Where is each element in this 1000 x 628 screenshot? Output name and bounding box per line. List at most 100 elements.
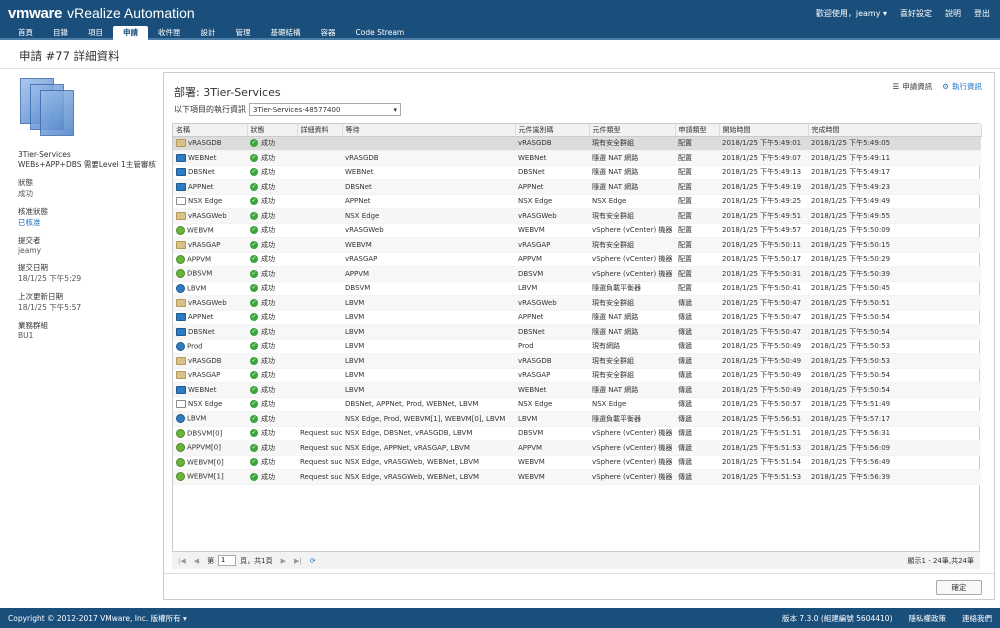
nav-tab-4[interactable]: 收件匣 (148, 26, 191, 40)
column-header[interactable]: 等待 (342, 124, 516, 137)
cell-text: vRASGDB (518, 139, 552, 148)
table-row[interactable]: WEBNet ✓ 成功 vRASGDB WEBNet 隨選 NAT 網路 配置 2018/1/… (173, 150, 981, 166)
table-row[interactable]: vRASGWeb ✓ 成功 LBVM vRASGWeb 現有安全群組 傳遞 2018/1/25… (173, 295, 981, 311)
privacy-link[interactable]: 隱私權政策 (909, 613, 947, 624)
cell-text: LBVM (345, 327, 365, 336)
app-window: vmware vRealize Automation 歡迎使用，jeamy ▾ … (0, 0, 1000, 628)
cell-rtype: 傳遞 (675, 324, 719, 340)
cell-text: APPNet (345, 197, 371, 206)
table-row[interactable]: vRASGDB ✓ 成功 LBVM vRASGDB 現有安全群組 傳遞 2018/1/25 下… (173, 353, 981, 369)
cell-text: 2018/1/25 下午5:50:49 (722, 342, 802, 351)
cell-ctype: 現有安全群組 (589, 353, 675, 369)
execution-select[interactable]: 3Tier-Services-48577400 ▾ (249, 103, 401, 116)
cell-ctype: 隨選 NAT 網路 (589, 179, 675, 195)
cell-start: 2018/1/25 下午5:50:49 (719, 382, 808, 398)
next-page-icon[interactable]: ▶ (281, 557, 286, 565)
cell-text: vRASGAP (188, 371, 221, 380)
logout-link[interactable]: 登出 (974, 8, 990, 19)
table-row[interactable]: LBVM ✓ 成功 NSX Edge, Prod, WEBVM[1], WEBVM[0… (173, 411, 981, 427)
table-row[interactable]: DBSVM[0] ✓ 成功 Request suc NSX Edge, DBSNet, … (173, 426, 981, 441)
nav-tab-5[interactable]: 設計 (191, 26, 226, 40)
cell-details (297, 237, 342, 253)
table-row[interactable]: APPNet ✓ 成功 LBVM APPNet 隨選 NAT 網路 傳遞 2018/1/25 … (173, 310, 981, 325)
table-row[interactable]: DBSNet ✓ 成功 LBVM DBSNet 隨選 NAT 網路 傳遞 2018/1/25 … (173, 324, 981, 340)
first-page-icon[interactable]: |◀ (178, 557, 186, 565)
cell-status: ✓ 成功 (247, 339, 297, 354)
nav-tab-0[interactable]: 首頁 (8, 26, 43, 40)
network-icon (176, 385, 186, 394)
ok-button[interactable]: 確定 (936, 580, 982, 595)
cell-text: 2018/1/25 下午5:56:39 (811, 472, 891, 481)
cell-text: 2018/1/25 下午5:50:54 (811, 327, 891, 336)
cell-text: LBVM (345, 313, 365, 322)
request-info-link[interactable]: ☰ 申請資訊 (893, 81, 933, 92)
approval-value-link[interactable]: 已核准 (18, 217, 160, 228)
cell-text: 成功 (261, 313, 275, 322)
cell-text: 2018/1/25 下午5:50:29 (811, 255, 891, 264)
table-row[interactable]: vRASGAP ✓ 成功 LBVM vRASGAP 現有安全群組 傳遞 2018/1/25 下… (173, 368, 981, 383)
help-link[interactable]: 說明 (945, 8, 961, 19)
load-balancer-icon (176, 341, 185, 351)
table-row[interactable]: APPVM ✓ 成功 vRASGAP APPVM vSphere (vCenter) 機器… (173, 252, 981, 267)
prev-page-icon[interactable]: ◀ (194, 557, 199, 565)
table-row[interactable]: APPNet ✓ 成功 DBSNet APPNet 隨選 NAT 網路 配置 2018/1/2… (173, 179, 981, 195)
column-header[interactable]: 詳細資料 (297, 124, 343, 137)
table-row[interactable]: WEBVM[0] ✓ 成功 Request suc NSX Edge, vRASGWeb… (173, 455, 981, 470)
nav-tab-9[interactable]: Code Stream (346, 26, 415, 40)
last-page-icon[interactable]: ▶| (294, 557, 302, 565)
table-row[interactable]: Prod ✓ 成功 LBVM Prod 現有網路 傳遞 2018/1/25 下午5:50:49… (173, 339, 981, 354)
cell-rtype: 配置 (675, 281, 719, 296)
exec-info-link[interactable]: ⚙ 執行資訊 (942, 81, 982, 92)
column-header[interactable]: 完成時間 (808, 124, 982, 137)
cell-text: 隨選 NAT 網路 (592, 313, 639, 322)
cell-text: NSX Edge, vRASGWeb, WEBNet, LBVM (345, 458, 480, 467)
nav-tab-1[interactable]: 目錄 (43, 26, 78, 40)
cell-text: 2018/1/25 下午5:50:53 (811, 342, 891, 351)
page-title: 申請 #77 詳細資料 (19, 49, 120, 63)
table-row[interactable]: DBSNet ✓ 成功 WEBNet DBSNet 隨選 NAT 網路 配置 2018/1/2… (173, 165, 981, 180)
nav-tab-7[interactable]: 基礎結構 (261, 26, 311, 40)
table-row[interactable]: NSX Edge ✓ 成功 APPNet NSX Edge NSX Edge 配置 2018/… (173, 194, 981, 209)
nav-tab-6[interactable]: 管理 (226, 26, 261, 40)
contact-link[interactable]: 連絡我們 (962, 613, 992, 624)
column-header[interactable]: 元件識別碼 (515, 124, 590, 137)
cell-ctype: 隨選 NAT 網路 (589, 324, 675, 340)
cell-start: 2018/1/25 下午5:50:57 (719, 397, 808, 412)
divider (164, 573, 994, 574)
table-row[interactable]: DBSVM ✓ 成功 APPVM DBSVM vSphere (vCenter) 機器 配置… (173, 266, 981, 282)
cell-text: NSX Edge, APPNet, vRASGAP, LBVM (345, 443, 470, 452)
cell-text: vSphere (vCenter) 機器 (592, 458, 673, 467)
table-row[interactable]: NSX Edge ✓ 成功 DBSNet, APPNet, Prod, WEBNet,… (173, 397, 981, 412)
cell-name: DBSNet (173, 165, 247, 180)
cell-status: ✓ 成功 (247, 397, 297, 412)
page-number-input[interactable] (218, 555, 237, 566)
table-row[interactable]: vRASGAP ✓ 成功 WEBVM vRASGAP 現有安全群組 配置 2018/1/25 … (173, 237, 981, 253)
column-header[interactable]: 申請類型 (675, 124, 720, 137)
cell-text: 成功 (261, 284, 275, 293)
table-row[interactable]: LBVM ✓ 成功 DBSVM LBVM 隨選負載平衡器 配置 2018/1/25 下午5:5… (173, 281, 981, 296)
nav-tab-2[interactable]: 項目 (78, 26, 113, 40)
table-row[interactable]: vRASGDB ✓ 成功 vRASGDB 現有安全群組 配置 2018/1/25 下午5:4… (173, 136, 981, 151)
column-header[interactable]: 開始時間 (719, 124, 809, 137)
column-header[interactable]: 名稱 (173, 124, 248, 137)
table-row[interactable]: WEBNet ✓ 成功 LBVM WEBNet 隨選 NAT 網路 傳遞 2018/1/25 … (173, 382, 981, 398)
network-icon (176, 153, 186, 162)
column-header[interactable]: 元件類型 (589, 124, 676, 137)
cell-end: 2018/1/25 下午5:50:45 (808, 281, 981, 296)
table-row[interactable]: WEBVM ✓ 成功 vRASGWeb WEBVM vSphere (vCenter) 機… (173, 223, 981, 238)
welcome-user-menu[interactable]: 歡迎使用，jeamy ▾ (816, 8, 887, 19)
cell-text: 成功 (261, 472, 275, 481)
cell-text: 2018/1/25 下午5:50:53 (811, 356, 891, 365)
table-row[interactable]: APPVM[0] ✓ 成功 Request suc NSX Edge, APPNet, … (173, 440, 981, 456)
table-row[interactable]: vRASGWeb ✓ 成功 NSX Edge vRASGWeb 現有安全群組 配置 2018/… (173, 208, 981, 224)
nav-tab-3[interactable]: 申請 (113, 26, 148, 40)
cell-cid: NSX Edge (515, 397, 589, 412)
nav-tab-8[interactable]: 容器 (311, 26, 346, 40)
cell-wait: WEBNet (342, 165, 515, 180)
column-header[interactable]: 狀態 (247, 124, 298, 137)
refresh-icon[interactable]: ⟳ (310, 557, 316, 565)
copyright-text[interactable]: Copyright © 2012-2017 VMware, Inc. 版權所有 … (8, 613, 187, 624)
table-row[interactable]: WEBVM[1] ✓ 成功 Request suc NSX Edge, vRASGWeb… (173, 469, 981, 485)
preferences-link[interactable]: 喜好設定 (900, 8, 932, 19)
cell-cid: LBVM (515, 281, 589, 296)
